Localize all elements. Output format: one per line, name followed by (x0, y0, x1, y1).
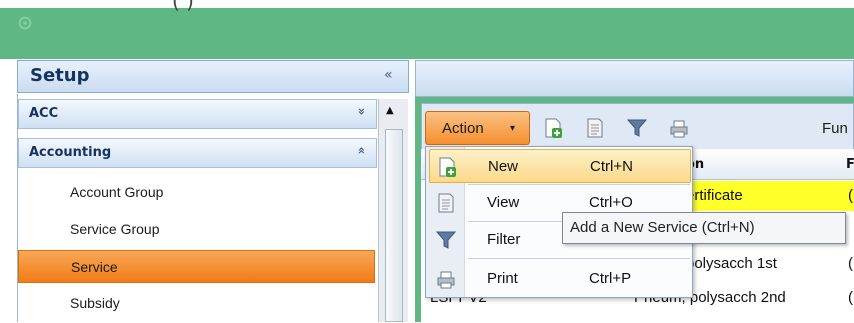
sidebar-item-label: Subsidy (70, 295, 120, 311)
setup-title: Setup (30, 65, 90, 86)
chevron-down-icon: » (353, 107, 369, 116)
menu-item-label: View (487, 194, 520, 211)
view-document-icon[interactable] (584, 117, 606, 139)
top-cropped-strip (0, 0, 854, 8)
toolbar-partial-label: Fun (822, 120, 848, 137)
table-cell: ertificate (686, 187, 743, 204)
menu-item-shortcut: Ctrl+P (589, 270, 632, 287)
filter-icon (435, 231, 457, 249)
menu-separator (468, 258, 690, 259)
group-header-acc[interactable]: ACC » (18, 99, 377, 129)
scrollbar-thumb[interactable] (385, 129, 403, 322)
sidebar-item-label: Service (71, 259, 118, 275)
sidebar-item-label: Service Group (70, 221, 160, 237)
caret-down-icon: ▾ (510, 123, 516, 134)
tooltip: Add a New Service (Ctrl+N) (562, 212, 846, 244)
new-document-icon[interactable] (542, 117, 564, 139)
sidebar-item-label: Account Group (70, 184, 164, 200)
collapse-panel-button[interactable]: « (384, 67, 393, 83)
group-label: Accounting (29, 145, 112, 160)
table-cell: ( (848, 289, 853, 306)
menu-item-shortcut: Ctrl+O (589, 194, 633, 211)
view-document-icon (438, 193, 454, 213)
filter-icon[interactable] (626, 117, 648, 139)
new-document-icon (439, 157, 456, 177)
menu-separator (468, 184, 690, 185)
gear-icon[interactable] (16, 14, 34, 32)
printer-icon[interactable] (668, 117, 690, 139)
table-cell: polysacch 1st (686, 255, 777, 272)
menu-item-label: Print (487, 270, 518, 287)
sidebar-item-service[interactable]: Service (18, 250, 375, 283)
scroll-up-arrow-icon[interactable]: ▲ (386, 105, 394, 116)
menu-item-new[interactable]: New Ctrl+N (429, 149, 691, 183)
chevron-up-icon: « (353, 146, 369, 155)
printer-icon (437, 271, 455, 289)
menu-item-label: Filter (487, 231, 521, 248)
group-header-accounting[interactable]: Accounting « (18, 138, 377, 168)
setup-panel-header: Setup « (17, 60, 409, 93)
app-title-bar (0, 0, 854, 59)
action-button-label: Action (442, 120, 484, 137)
menu-item-label: New (488, 158, 519, 175)
sidebar-item-account-group[interactable]: Account Group (18, 176, 375, 209)
top-cropped-text: ( ) (172, 0, 194, 13)
menu-item-shortcut: Ctrl+N (590, 158, 633, 175)
table-cell: ( (848, 187, 853, 204)
sidebar-item-subsidy[interactable]: Subsidy (18, 287, 375, 320)
content-header (415, 60, 854, 97)
column-header-next[interactable]: F (846, 157, 854, 172)
group-label: ACC (29, 106, 59, 121)
action-menu-button[interactable]: Action ▾ (425, 111, 530, 145)
tooltip-text: Add a New Service (Ctrl+N) (570, 219, 755, 236)
table-cell: ( (848, 255, 853, 272)
sidebar-scrollbar[interactable]: ▲ (378, 99, 408, 322)
sidebar-item-service-group[interactable]: Service Group (18, 213, 375, 246)
menu-item-print[interactable]: Print Ctrl+P (429, 262, 691, 296)
